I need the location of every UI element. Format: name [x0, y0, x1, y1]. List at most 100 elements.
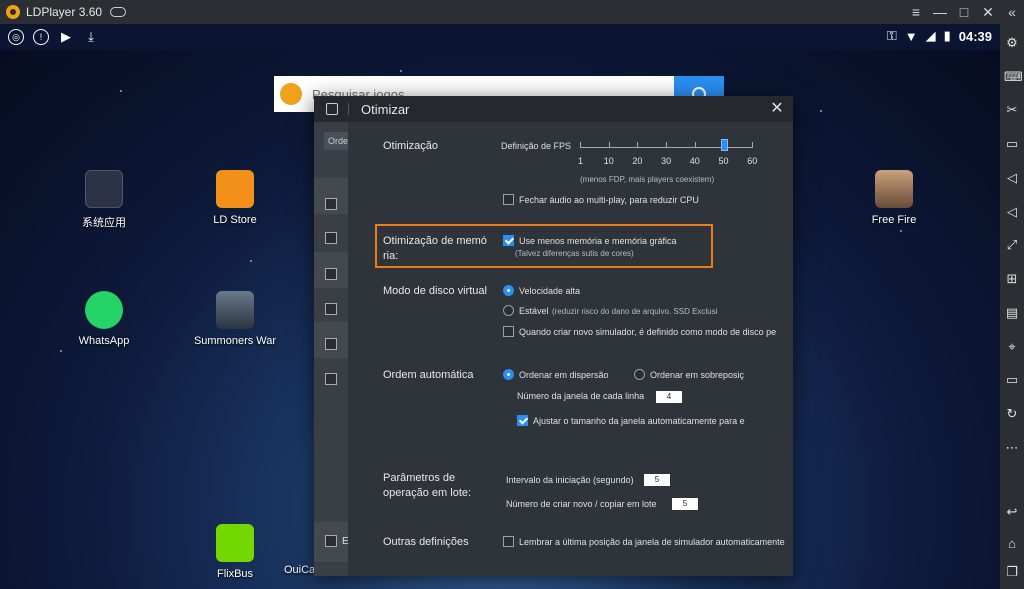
- instance-checkbox[interactable]: [325, 303, 337, 315]
- app-label: LD Store: [213, 214, 257, 226]
- windows-per-row-label: Número da janela de cada linha: [517, 391, 645, 401]
- order-dispersion-radio[interactable]: [503, 369, 514, 380]
- start-interval-label: Intervalo da iniciação (segundo): [506, 475, 634, 485]
- instance-checkbox[interactable]: [325, 198, 337, 210]
- volume-down-icon[interactable]: ◁: [1004, 204, 1020, 220]
- fps-tick: [666, 142, 668, 148]
- instance-checkbox[interactable]: [325, 373, 337, 385]
- fullscreen-icon[interactable]: ⤢: [1004, 237, 1020, 253]
- dialog-title: Otimizar: [361, 101, 410, 117]
- android-status-bar: ◎ ! ▶ ⤓ ⚿ ▼ ◢ ▮ 04:39: [0, 24, 1000, 50]
- app-label: FlixBus: [216, 568, 254, 580]
- status-clock: 04:39: [958, 28, 992, 44]
- instance-checkbox[interactable]: [325, 232, 337, 244]
- disk-high-speed-radio[interactable]: [503, 285, 514, 296]
- auto-resize-checkbox[interactable]: [517, 415, 528, 426]
- apk-install-icon[interactable]: ▤: [1004, 305, 1020, 321]
- fps-tick: [637, 142, 639, 148]
- disk-stable-hint: (reduzir risco do dano de arquivo. SSD E…: [552, 307, 718, 316]
- instance-checkbox[interactable]: [325, 338, 337, 350]
- fps-label: Definição de FPS: [501, 141, 572, 151]
- play-store-notification-icon: ▶: [61, 29, 71, 44]
- home-icon[interactable]: ⌂: [1004, 536, 1020, 552]
- recent-apps-icon[interactable]: ❐: [1004, 564, 1020, 580]
- app-summoners-war[interactable]: Summoners War: [190, 291, 280, 347]
- maximize-button[interactable]: □: [952, 0, 976, 24]
- remember-position-checkbox[interactable]: [503, 536, 514, 547]
- collapse-sidebar-button[interactable]: «: [1000, 0, 1024, 24]
- new-window-icon[interactable]: [326, 103, 338, 115]
- app-flixbus[interactable]: FlixBus: [190, 524, 280, 580]
- section-other-label: Outras definições: [383, 536, 469, 548]
- volume-up-icon[interactable]: ◁: [1004, 170, 1020, 186]
- create-count-input[interactable]: 5: [672, 498, 698, 510]
- fps-tick: [752, 142, 754, 148]
- auto-resize-label: Ajustar o tamanho da janela automaticame…: [533, 416, 745, 426]
- minimize-button[interactable]: —: [928, 0, 952, 24]
- windows-per-row-input[interactable]: 4: [656, 391, 682, 403]
- download-notification-icon: ⤓: [88, 29, 94, 44]
- window-controls: ≡ — □ ✕ «: [904, 0, 1024, 24]
- use-less-memory-checkbox[interactable]: [503, 235, 514, 246]
- menu-button[interactable]: ≡: [904, 0, 928, 24]
- memory-hint: (Talvez diferenças sutis de cores): [515, 249, 634, 258]
- app-system-apps[interactable]: 系统应用: [59, 170, 149, 230]
- app-label: Free Fire: [871, 214, 917, 226]
- fps-value-label: 10: [603, 156, 614, 166]
- add-instance-icon[interactable]: ⊞: [1004, 271, 1020, 287]
- instance-checkbox[interactable]: [325, 268, 337, 280]
- more-icon[interactable]: ⋯: [1004, 440, 1020, 456]
- chrome-notification-icon: ◎: [8, 29, 24, 45]
- optimize-dialog: Otimizar ✕ Orde E Otimização Definição d…: [314, 96, 793, 576]
- order-overlap-radio[interactable]: [634, 369, 645, 380]
- ld-store-icon: [216, 170, 254, 208]
- start-interval-input[interactable]: 5: [644, 474, 670, 486]
- remember-position-label: Lembrar a última posição da janela de si…: [519, 537, 785, 547]
- dialog-close-button[interactable]: ✕: [767, 99, 787, 119]
- fps-value-label: 60: [747, 156, 758, 166]
- disk-stable-label: Estável: [519, 306, 549, 316]
- screen-icon[interactable]: ▭: [1004, 372, 1020, 388]
- fps-value-label: 30: [661, 156, 672, 166]
- back-icon[interactable]: ↩: [1004, 504, 1020, 520]
- fps-hint: (menos FDP, mais players coexistem): [580, 175, 715, 184]
- battery-icon: ▮: [943, 28, 951, 43]
- ld-notification-icon: !: [33, 29, 49, 45]
- title-bar: LDPlayer 3.60 ≡ — □ ✕ «: [0, 0, 1024, 24]
- app-free-fire[interactable]: Free Fire: [849, 170, 939, 226]
- key-icon: ⚿: [886, 28, 897, 43]
- app-whatsapp[interactable]: WhatsApp: [59, 291, 149, 347]
- order-button[interactable]: Orde: [324, 132, 348, 150]
- mute-audio-label: Fechar áudio ao multi-play, para reduzir…: [519, 195, 699, 205]
- mute-audio-checkbox[interactable]: [503, 194, 514, 205]
- new-sim-disk-checkbox[interactable]: [503, 326, 514, 337]
- instance-list-panel: Orde E: [314, 122, 349, 576]
- gamepad-icon[interactable]: [110, 7, 127, 17]
- right-toolbar: ⚙ ⌨ ✂ ▭ ◁ ◁ ⤢ ⊞ ▤ ⌖ ▭ ↻ ⋯ ↩ ⌂ ❐: [1000, 24, 1024, 589]
- fps-tick: [608, 142, 610, 148]
- rotate-icon[interactable]: ↻: [1004, 406, 1020, 422]
- disk-stable-radio[interactable]: [503, 305, 514, 316]
- dialog-header: Otimizar ✕: [314, 96, 793, 122]
- summoners-war-icon: [216, 291, 254, 329]
- app-ld-store[interactable]: LD Store: [190, 170, 280, 226]
- close-button[interactable]: ✕: [976, 0, 1000, 24]
- fps-slider-thumb[interactable]: [720, 139, 728, 151]
- fps-value-label: 20: [632, 156, 643, 166]
- instance-checkbox[interactable]: [325, 535, 337, 547]
- order-overlap-label: Ordenar em sobreposiç: [650, 370, 745, 380]
- record-icon[interactable]: ▭: [1004, 136, 1020, 152]
- app-label: WhatsApp: [78, 335, 130, 347]
- fps-value-label: 1: [578, 156, 584, 166]
- ldplayer-logo-icon: [6, 5, 20, 19]
- flixbus-icon: [216, 524, 254, 562]
- fps-tick: [580, 142, 581, 148]
- scissors-icon[interactable]: ✂: [1004, 102, 1020, 118]
- signal-icon: ◢: [925, 28, 936, 43]
- create-count-label: Número de criar novo / copiar em lote: [506, 499, 657, 509]
- settings-icon[interactable]: ⚙: [1004, 35, 1020, 51]
- keyboard-icon[interactable]: ⌨: [1004, 69, 1023, 85]
- location-icon[interactable]: ⌖: [1004, 339, 1020, 355]
- ld-logo-icon: [280, 83, 302, 105]
- fps-value-label: 50: [718, 156, 729, 166]
